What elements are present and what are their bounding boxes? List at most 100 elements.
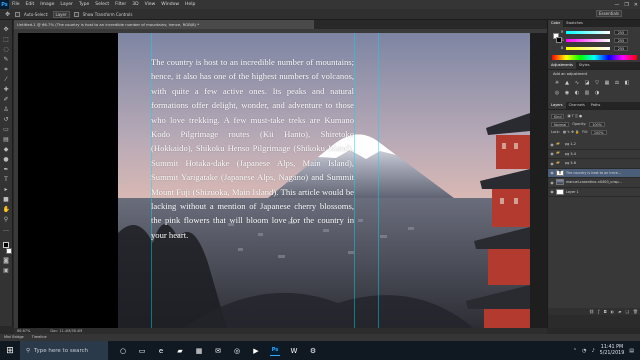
filter-icons[interactable]: ▣ T ◫ ●	[567, 114, 582, 118]
tab-timeline[interactable]: Timeline	[32, 334, 47, 341]
cortana-icon[interactable]: ○	[118, 346, 128, 356]
word-icon[interactable]: W	[289, 346, 299, 356]
kind-filter-dropdown[interactable]: Kind	[551, 113, 565, 119]
threshold-icon[interactable]: ◑	[594, 90, 600, 96]
delete-layer-icon[interactable]: 🗑	[633, 309, 638, 314]
slider-b[interactable]	[566, 47, 610, 50]
exposure-icon[interactable]: ◪	[584, 80, 590, 86]
brightness-icon[interactable]: ☀	[554, 80, 560, 86]
task-view-icon[interactable]: ▭	[137, 346, 147, 356]
volume-icon[interactable]: ♪	[591, 348, 594, 354]
channel-mixer-icon[interactable]: ◉	[564, 90, 570, 96]
photo-filter-icon[interactable]: ◎	[554, 90, 560, 96]
screen-mode-icon[interactable]: ▣	[3, 267, 10, 274]
shape-icon[interactable]: ■	[3, 196, 10, 203]
tab-styles[interactable]: Styles	[576, 62, 593, 69]
zoom-icon[interactable]: ⚲	[3, 216, 10, 223]
move-icon[interactable]: ✥	[3, 26, 10, 33]
mail-icon[interactable]: ✉	[213, 346, 223, 356]
menu-help[interactable]: Help	[182, 2, 198, 7]
taskbar-search-box[interactable]: ⚲ Type here to search	[20, 341, 108, 360]
more-tools-icon[interactable]: …	[3, 226, 10, 233]
quick-mask-icon[interactable]: ◙	[3, 257, 10, 264]
layer-row[interactable]: ◉ Layer 1	[548, 188, 640, 197]
pen-icon[interactable]: ✒	[3, 166, 10, 173]
lock-icons[interactable]: ▦ ✎ ✥ 🔒	[563, 130, 579, 134]
slider-r-value[interactable]: 255	[614, 30, 628, 35]
menu-type[interactable]: Type	[76, 2, 92, 7]
layer-row[interactable]: ◉ ▰ pg 1-2	[548, 140, 640, 150]
new-layer-icon[interactable]: ❏	[625, 309, 629, 314]
hue-saturation-icon[interactable]: ▦	[604, 80, 610, 86]
color-spectrum[interactable]	[552, 55, 637, 60]
auto-select-dropdown[interactable]: Layer	[52, 10, 70, 18]
hand-icon[interactable]: ✋	[3, 206, 10, 213]
fx-icon[interactable]: ƒ	[598, 309, 599, 314]
eraser-icon[interactable]: ▭	[3, 126, 10, 133]
levels-icon[interactable]: ▲	[564, 80, 570, 86]
auto-select-checkbox[interactable]	[15, 11, 20, 17]
document-tab[interactable]: Untitled-1 @ 66.7% (The country is host …	[14, 20, 314, 29]
menu-filter[interactable]: Filter	[112, 2, 129, 7]
healing-icon[interactable]: ✚	[3, 86, 10, 93]
chrome-icon[interactable]: ◎	[232, 346, 242, 356]
media-icon[interactable]: ▶	[251, 346, 261, 356]
visibility-eye-icon[interactable]: ◉	[548, 189, 556, 194]
show-transform-checkbox[interactable]	[73, 11, 79, 17]
lasso-icon[interactable]: ◌	[3, 46, 10, 53]
menu-view[interactable]: View	[142, 2, 159, 7]
blend-mode-dropdown[interactable]: Normal	[551, 121, 570, 127]
slider-r[interactable]	[566, 31, 610, 34]
background-color-swatch[interactable]	[5, 248, 12, 254]
fill-field[interactable]: 100%	[590, 129, 607, 135]
gradient-icon[interactable]: ▤	[3, 136, 10, 143]
settings-icon[interactable]: ⚙	[308, 346, 318, 356]
notification-icon[interactable]: ▤	[629, 348, 634, 354]
visibility-eye-icon[interactable]: ◉	[548, 170, 556, 175]
invert-icon[interactable]: ◐	[574, 90, 580, 96]
store-icon[interactable]: ▦	[194, 346, 204, 356]
opacity-field[interactable]: 100%	[589, 121, 605, 127]
tab-adjustments[interactable]: Adjustments	[548, 62, 576, 69]
vibrance-icon[interactable]: ▽	[594, 80, 600, 86]
menu-window[interactable]: Window	[158, 2, 182, 7]
menu-image[interactable]: Image	[37, 2, 57, 7]
layer-row[interactable]: ◉ ▰ pg 5-6	[548, 159, 640, 169]
menu-layer[interactable]: Layer	[57, 2, 76, 7]
quick-select-icon[interactable]: ✎	[3, 56, 10, 63]
color-balance-icon[interactable]: ⚖	[614, 80, 620, 86]
brush-icon[interactable]: ✐	[3, 96, 10, 103]
file-explorer-icon[interactable]: ▰	[175, 346, 185, 356]
visibility-eye-icon[interactable]: ◉	[548, 161, 556, 166]
layer-row[interactable]: ◉ manuel-cosentino-nX400_unsp...	[548, 178, 640, 188]
slider-b-value[interactable]: 255	[614, 46, 628, 51]
windows-start-icon[interactable]: ⊞	[0, 341, 20, 360]
new-group-icon[interactable]: ▰	[618, 309, 621, 314]
clock[interactable]: 11:41 PM 5/21/2019	[600, 345, 625, 357]
workspace-dropdown[interactable]: Essentials	[595, 10, 622, 17]
path-select-icon[interactable]: ▸	[3, 186, 10, 193]
crop-icon[interactable]: ⌗	[3, 66, 10, 73]
layer-row-selected[interactable]: ◉ T The country is host to an incre...	[548, 168, 640, 178]
posterize-icon[interactable]: ▥	[584, 90, 590, 96]
guide-right[interactable]	[378, 33, 379, 332]
photoshop-taskbar-icon[interactable]: Ps	[270, 345, 280, 356]
minimize-button[interactable]: —	[614, 2, 619, 8]
edge-icon[interactable]: e	[156, 346, 166, 356]
chevron-up-icon[interactable]: ⌃	[573, 348, 577, 354]
tab-layers[interactable]: Layers	[548, 102, 566, 109]
history-brush-icon[interactable]: ↺	[3, 116, 10, 123]
stamp-icon[interactable]: ♙	[3, 106, 10, 113]
eyedropper-icon[interactable]: ⁄	[3, 76, 10, 83]
maximize-button[interactable]: ❐	[624, 2, 628, 8]
visibility-eye-icon[interactable]: ◉	[548, 142, 556, 147]
tab-mini-bridge[interactable]: Mini Bridge	[4, 334, 24, 341]
dodge-icon[interactable]: ●	[3, 156, 10, 163]
menu-3d[interactable]: 3D	[129, 2, 141, 7]
menu-file[interactable]: File	[9, 2, 23, 7]
curves-icon[interactable]: ∿	[574, 80, 580, 86]
layer-row[interactable]: ◉ ▰ pg 3-4	[548, 150, 640, 159]
visibility-eye-icon[interactable]: ◉	[548, 151, 556, 156]
tab-paths[interactable]: Paths	[588, 102, 604, 109]
guide-center[interactable]	[354, 33, 355, 332]
